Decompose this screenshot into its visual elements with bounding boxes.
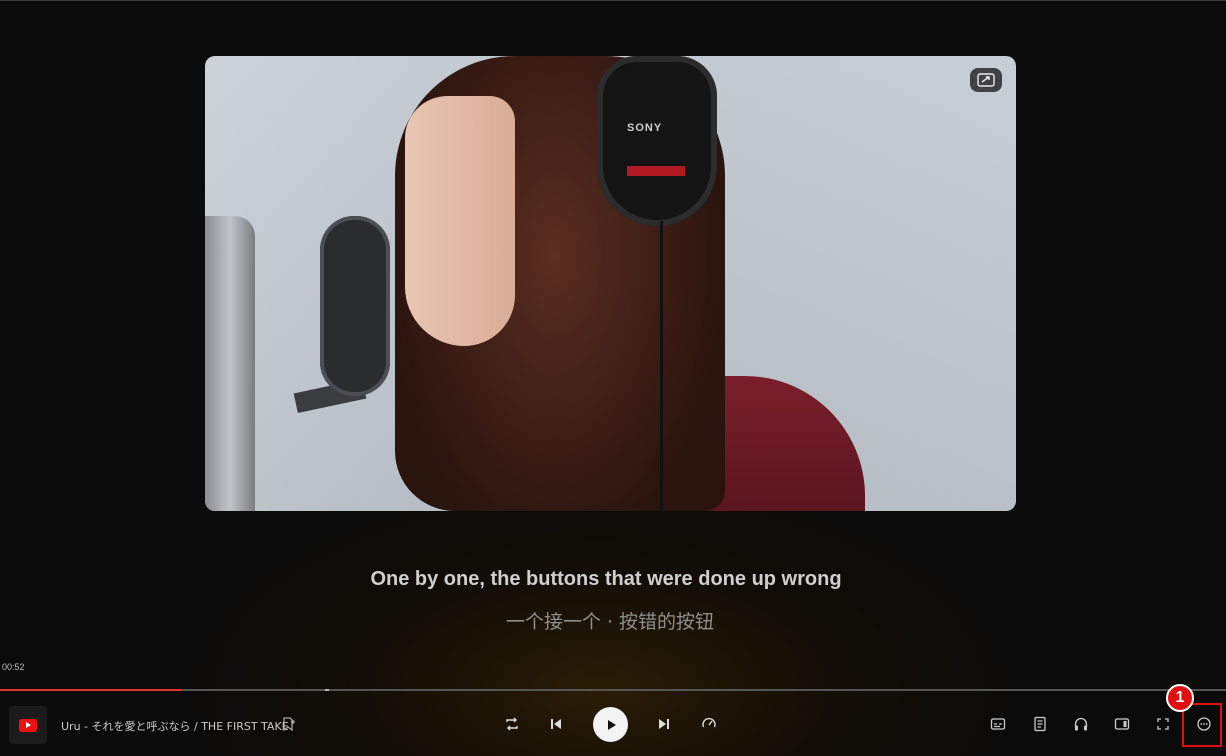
microphone-image [320, 216, 390, 396]
lyric-translation: 一个接一个 · 按错的按钮 [505, 611, 715, 633]
play-button[interactable] [593, 707, 628, 742]
headphone-brand-text: SONY [627, 122, 663, 134]
mic-stand-image [205, 216, 255, 511]
previous-button[interactable] [544, 712, 568, 736]
headphone-stripe [627, 166, 685, 176]
playback-speed-button[interactable] [697, 712, 721, 736]
fullscreen-icon [1157, 718, 1169, 730]
headphones-icon [1074, 717, 1088, 731]
headphone-image: SONY [597, 56, 717, 226]
side-panel-button[interactable] [1110, 712, 1134, 736]
repeat-icon [506, 717, 518, 731]
youtube-icon[interactable] [9, 706, 47, 744]
progress-bar[interactable] [0, 689, 1226, 691]
video-player[interactable]: SONY [205, 56, 1016, 511]
speedometer-icon [702, 717, 716, 728]
subtitles-button[interactable] [986, 712, 1010, 736]
picture-in-picture-button[interactable] [970, 68, 1002, 92]
next-button[interactable] [652, 712, 676, 736]
repeat-button[interactable] [500, 712, 524, 736]
skip-next-icon [659, 719, 669, 729]
player-control-bar: Uru - それを愛と呼ぶなら / THE FIRST TAKE [0, 692, 1226, 756]
lyrics-document-icon [1034, 716, 1046, 732]
elapsed-time: 00:52 [2, 662, 25, 672]
picture-in-picture-icon [977, 73, 995, 87]
subtitles-icon [990, 718, 1006, 730]
annotation-step-badge: 1 [1166, 684, 1194, 712]
side-panel-icon [1114, 718, 1130, 730]
play-icon [607, 719, 616, 730]
fullscreen-button[interactable] [1151, 712, 1175, 736]
skip-previous-icon [551, 719, 561, 729]
audio-output-button[interactable] [1069, 712, 1093, 736]
add-to-playlist-button[interactable] [276, 712, 300, 736]
singer-face-image [405, 96, 515, 346]
youtube-play-shape [19, 718, 37, 732]
lyric-current-line: One by one, the buttons that were done u… [370, 568, 842, 590]
lyrics-button[interactable] [1028, 712, 1052, 736]
buffer-marker [325, 689, 329, 691]
add-to-playlist-icon [283, 717, 295, 732]
headphone-cable-image [660, 221, 663, 511]
top-border [0, 0, 1226, 1]
progress-fill [0, 689, 182, 691]
annotation-highlight-box [1182, 703, 1222, 747]
track-title: Uru - それを愛と呼ぶなら / THE FIRST TAKE [61, 720, 289, 733]
